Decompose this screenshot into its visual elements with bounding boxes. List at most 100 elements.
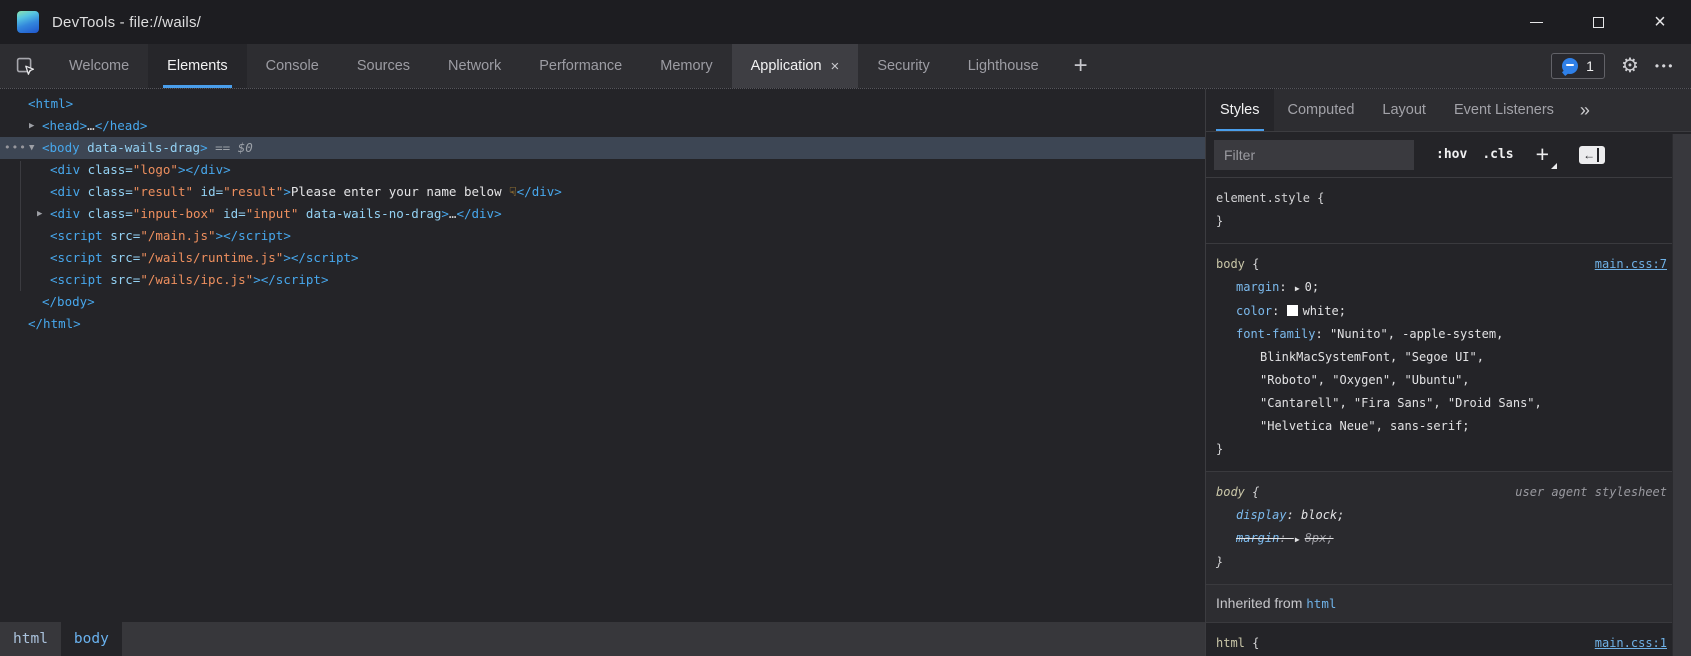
code-token-val: "/wails/runtime.js" xyxy=(140,250,283,265)
tab-network[interactable]: Network xyxy=(429,44,520,88)
css-property-value: 0; xyxy=(1305,280,1319,294)
tab-lighthouse[interactable]: Lighthouse xyxy=(949,44,1058,88)
minimize-button[interactable] xyxy=(1505,0,1567,44)
style-rule-body: body {user agent stylesheetdisplay: bloc… xyxy=(1206,472,1691,585)
styles-scrollbar[interactable] xyxy=(1672,134,1691,656)
code-token-tag: <script xyxy=(50,228,103,243)
code-token-val: "result" xyxy=(223,184,283,199)
toggle-element-state-button[interactable]: :hov xyxy=(1436,147,1467,162)
stylesheet-link[interactable]: main.css:7 xyxy=(1595,253,1667,276)
css-property-name: font-family xyxy=(1236,327,1315,341)
sidebar-tab-styles[interactable]: Styles xyxy=(1206,89,1274,131)
dom-tree-row[interactable]: <div class="logo"></div> xyxy=(0,159,1205,181)
settings-button[interactable]: ⚙ xyxy=(1621,56,1639,76)
code-token-attr: class= xyxy=(80,162,133,177)
feedback-button[interactable]: 1 xyxy=(1551,53,1605,79)
expand-value-icon[interactable]: ▶ xyxy=(1295,277,1300,300)
sidebar-tabs-overflow-button[interactable]: » xyxy=(1572,89,1598,131)
dom-tree-row[interactable]: </body> xyxy=(0,291,1205,313)
close-button[interactable]: × xyxy=(1629,0,1691,44)
stylesheet-link[interactable]: main.css:1 xyxy=(1595,632,1667,655)
dom-tree-row[interactable]: ▶<head>…</head> xyxy=(0,115,1205,137)
tab-label: Lighthouse xyxy=(968,58,1039,74)
node-menu-dots-icon[interactable]: ••• xyxy=(4,137,27,159)
sidebar-tab-layout[interactable]: Layout xyxy=(1368,89,1440,131)
collapse-arrow-icon[interactable]: ▶ xyxy=(29,115,34,137)
expand-arrow-icon[interactable]: ▼ xyxy=(29,137,34,159)
toolbar-tabs: WelcomeElements Console SourcesNetwork Perf… xyxy=(50,44,1058,88)
inherited-node-link[interactable]: html xyxy=(1306,596,1336,611)
rule-selector: body xyxy=(1216,253,1245,276)
close-brace: } xyxy=(1216,551,1667,574)
css-property-font-family[interactable]: font-family: "Nunito", -apple-system, xyxy=(1216,323,1667,346)
rule-selector-line[interactable]: body {user agent stylesheet xyxy=(1216,481,1667,504)
tab-application[interactable]: Application× xyxy=(732,44,859,88)
code-token-val: "result" xyxy=(133,184,193,199)
color-swatch[interactable] xyxy=(1287,305,1298,316)
more-options-button[interactable]: ••• xyxy=(1655,59,1675,73)
tab-close-icon[interactable]: × xyxy=(831,59,840,74)
tab-label: Performance xyxy=(539,58,622,74)
collapse-arrow-icon[interactable]: ▶ xyxy=(37,203,42,225)
code-token-tag: <body xyxy=(42,140,80,155)
css-colon: : xyxy=(1315,327,1329,341)
sidebar-tab-computed[interactable]: Computed xyxy=(1274,89,1369,131)
css-property-margin[interactable]: margin: ▶8px; xyxy=(1216,527,1667,551)
sidebar-tab-event-listeners[interactable]: Event Listeners xyxy=(1440,89,1568,131)
devtools-toolbar: WelcomeElements Console SourcesNetwork Perf… xyxy=(0,44,1691,88)
rule-selector-line[interactable]: body {main.css:7 xyxy=(1216,253,1667,276)
toolbar-right: 1 ⚙ ••• xyxy=(1551,44,1691,88)
code-token-attr: data-wails-drag xyxy=(80,140,200,155)
styles-filter-input[interactable] xyxy=(1214,140,1414,170)
computed-pane-toggle-button[interactable]: ← xyxy=(1579,146,1605,164)
dom-tree-row[interactable]: <script src="/wails/runtime.js"></script… xyxy=(0,247,1205,269)
styles-filter-row: :hov .cls + ← xyxy=(1206,132,1691,178)
tab-console[interactable]: Console xyxy=(247,44,338,88)
rule-selector-line[interactable]: element.style { xyxy=(1216,187,1667,210)
code-token-tag: </body> xyxy=(42,294,95,309)
tab-sources[interactable]: Sources xyxy=(338,44,429,88)
close-brace: } xyxy=(1216,438,1667,461)
css-property-name: color xyxy=(1236,304,1272,318)
tab-welcome[interactable]: Welcome xyxy=(50,44,148,88)
css-property-name: margin xyxy=(1236,531,1279,545)
tab-elements[interactable]: Elements xyxy=(148,44,246,88)
dom-tree-row[interactable]: ▶<div class="input-box" id="input" data-… xyxy=(0,203,1205,225)
code-token-tag: > xyxy=(283,184,291,199)
dom-tree-row[interactable]: <script src="/wails/ipc.js"></script> xyxy=(0,269,1205,291)
css-property-margin[interactable]: margin: ▶ 0; xyxy=(1216,276,1667,300)
css-property-color[interactable]: color: white; xyxy=(1216,300,1667,323)
tab-label: Console xyxy=(266,58,319,74)
css-colon: : xyxy=(1279,280,1293,294)
dom-tree-row[interactable]: <script src="/main.js"></script> xyxy=(0,225,1205,247)
rule-selector-line[interactable]: html {main.css:1 xyxy=(1216,632,1667,655)
code-token-attr: src= xyxy=(103,272,141,287)
dom-tree-row[interactable]: <html> xyxy=(0,93,1205,115)
element-classes-button[interactable]: .cls xyxy=(1482,147,1513,162)
css-property-display[interactable]: display: block; xyxy=(1216,504,1667,527)
tab-security[interactable]: Security xyxy=(858,44,948,88)
add-panel-button[interactable]: + xyxy=(1058,44,1104,88)
code-token-val: "/main.js" xyxy=(140,228,215,243)
maximize-icon xyxy=(1593,17,1604,28)
close-brace: } xyxy=(1216,210,1667,233)
tab-performance[interactable]: Performance xyxy=(520,44,641,88)
maximize-button[interactable] xyxy=(1567,0,1629,44)
new-style-rule-button[interactable]: + xyxy=(1536,143,1557,166)
code-token-ell: … xyxy=(87,118,95,133)
expand-value-icon[interactable]: ▶ xyxy=(1295,528,1300,551)
css-property-name: margin xyxy=(1236,280,1279,294)
dom-tree-row[interactable]: <div class="result" id="result">Please e… xyxy=(0,181,1205,203)
dom-tree-row[interactable]: •••▼<body data-wails-drag> == $0 xyxy=(0,137,1205,159)
css-property-value: "Nunito", -apple-system, xyxy=(1330,327,1503,341)
code-token-meta: == $0 xyxy=(208,140,253,155)
inspect-element-button[interactable] xyxy=(0,44,50,88)
dom-tree-row[interactable]: </html> xyxy=(0,313,1205,335)
breadcrumb-item-html[interactable]: html xyxy=(0,622,61,656)
css-property-value: 8px; xyxy=(1305,531,1334,545)
code-token-attr: src= xyxy=(103,250,141,265)
tab-memory[interactable]: Memory xyxy=(641,44,731,88)
rule-selector: body xyxy=(1216,481,1245,504)
breadcrumb-item-body[interactable]: body xyxy=(61,622,122,656)
css-property-value: block; xyxy=(1301,508,1344,522)
